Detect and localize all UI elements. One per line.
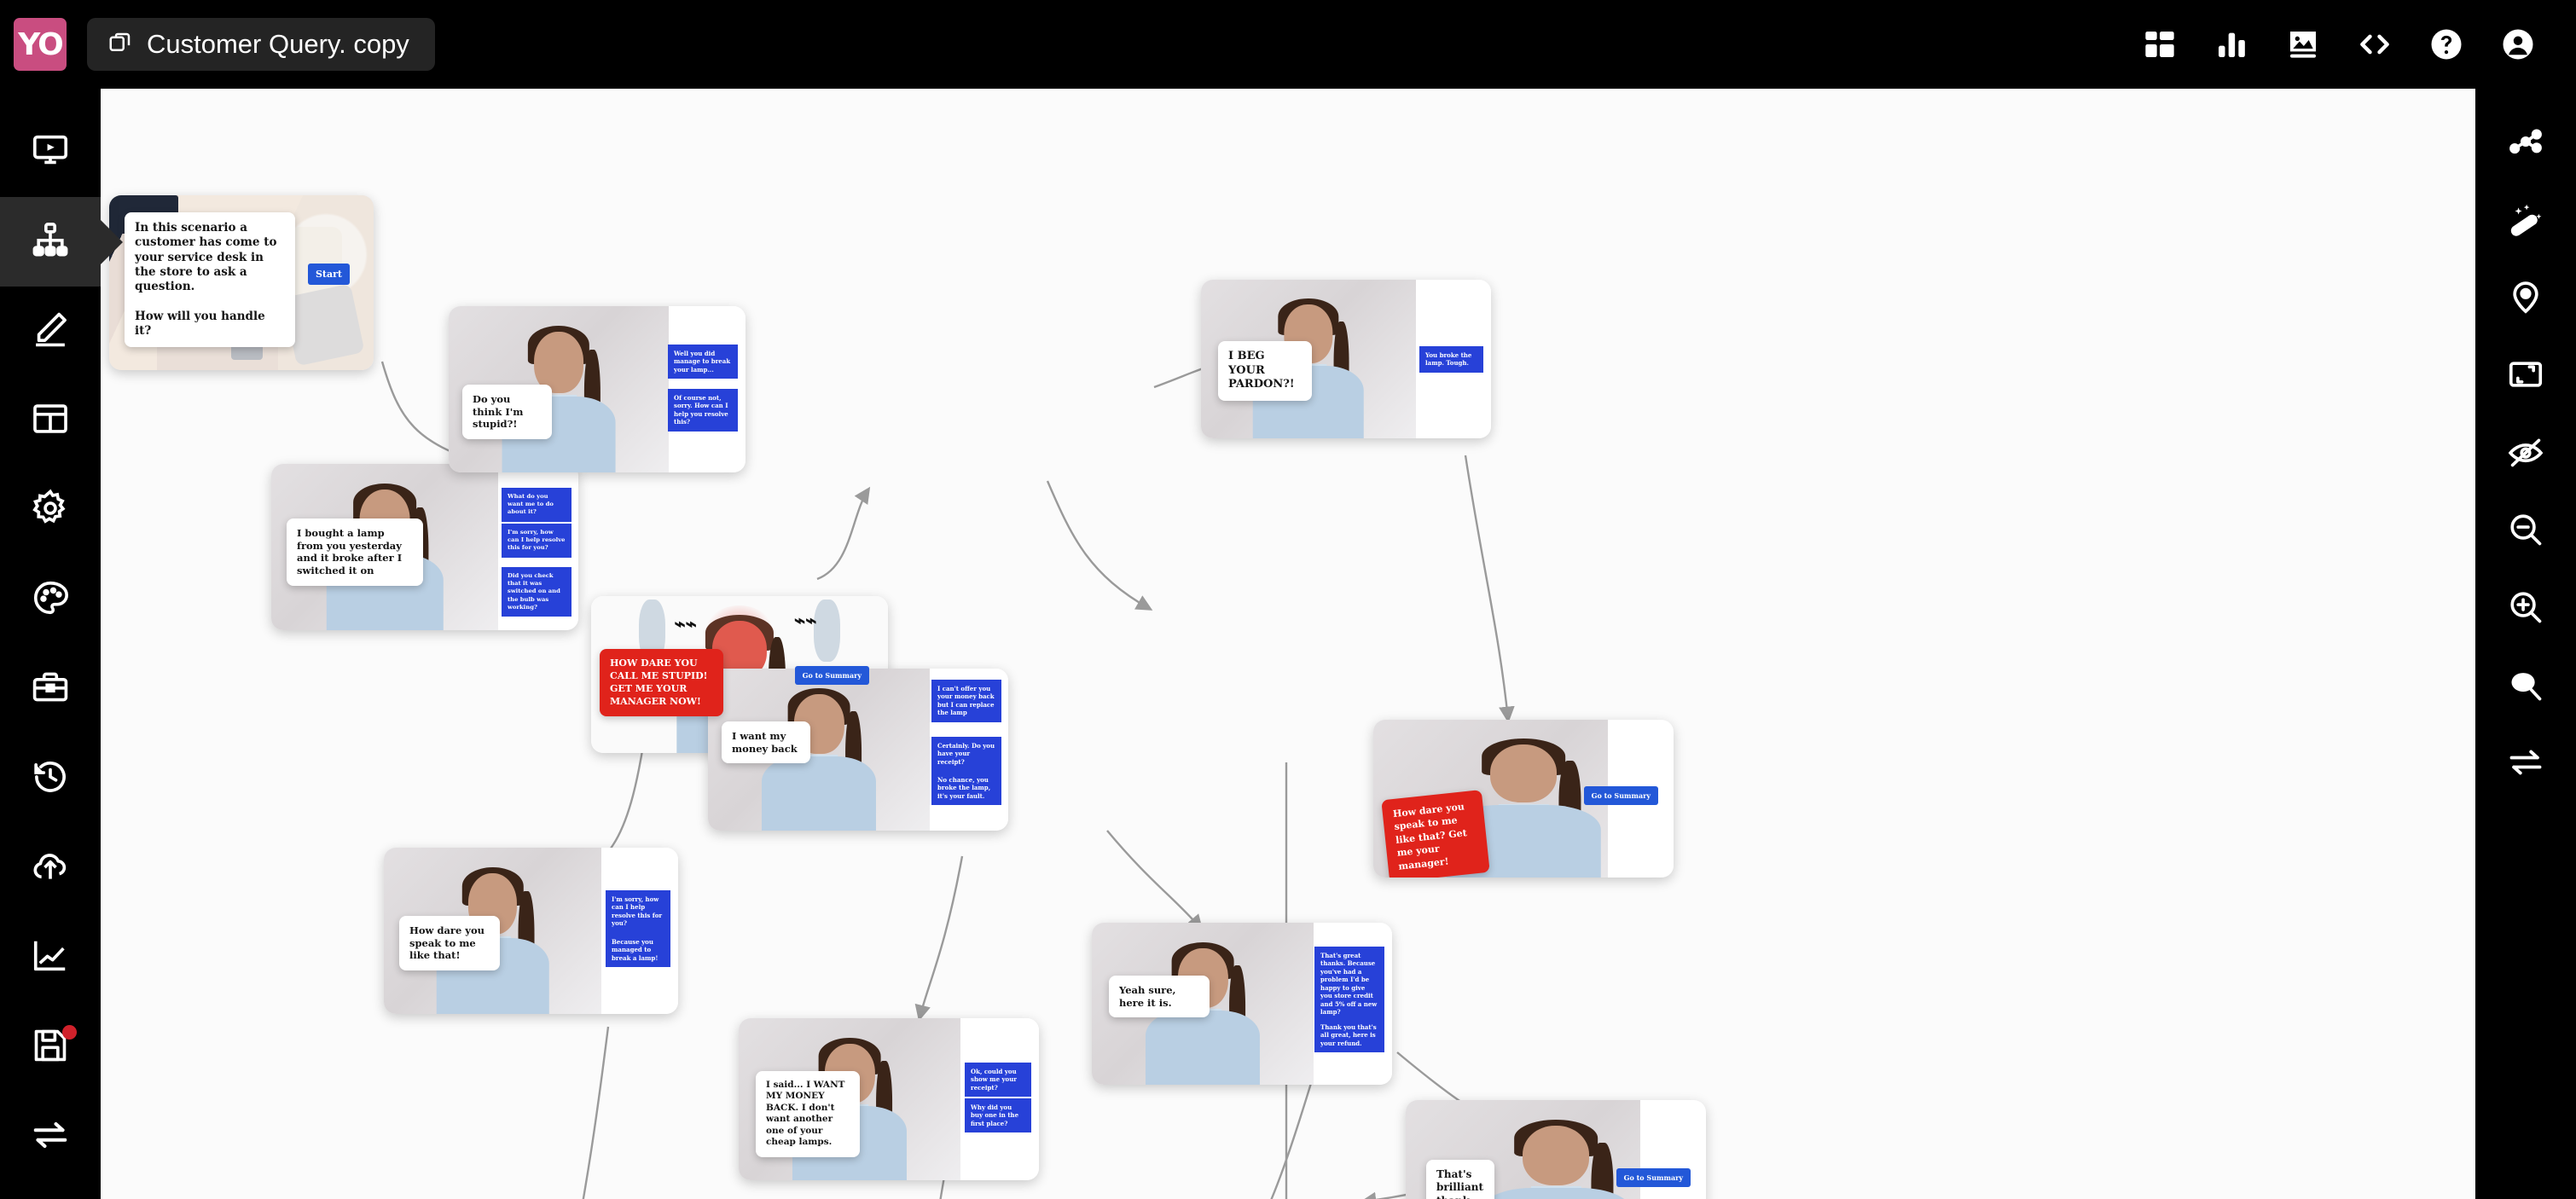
customer-bubble-angry: HOW DARE YOU CALL ME STUPID! GET ME YOUR… (600, 649, 723, 717)
go-to-summary-button[interactable]: Go to Summary (1616, 1168, 1691, 1187)
node-broken-lamp[interactable]: I bought a lamp from you yesterday and i… (271, 464, 578, 630)
customer-bubble: I want my money back (722, 721, 810, 764)
customer-bubble: I BEG YOUR PARDON?! (1218, 341, 1312, 401)
scenario-bubble: In this scenario a customer has come to … (125, 212, 295, 348)
flowchart-canvas[interactable]: In this scenario a customer has come to … (101, 89, 2475, 1199)
sidebar-item-save[interactable] (0, 1003, 101, 1092)
option-1[interactable]: Ok, could you show me your receipt? (965, 1063, 1031, 1098)
option-3[interactable]: No chance, you broke the lamp, it's your… (931, 771, 1001, 806)
start-button[interactable]: Start (307, 264, 350, 285)
customer-avatar (1471, 1119, 1639, 1199)
toggle-direction-icon[interactable] (2475, 723, 2576, 801)
top-bar: YO Customer Query. copy (0, 0, 2576, 89)
top-bar-actions (2141, 26, 2576, 63)
node-get-me-your-manager[interactable]: How dare you speak to me like that? Get … (1373, 720, 1674, 878)
option-1[interactable]: What do you want me to do about it? (502, 488, 571, 522)
account-avatar-icon[interactable] (2499, 26, 2537, 63)
sidebar-item-edit[interactable] (0, 287, 101, 376)
app-logo[interactable]: YO (14, 18, 67, 71)
node-i-beg-your-pardon[interactable]: I BEG YOUR PARDON?! You broke the lamp. … (1201, 280, 1491, 438)
magic-wand-icon[interactable] (2475, 180, 2576, 258)
node-i-want-my-money-back[interactable]: I want my money back I can't offer you y… (708, 669, 1008, 831)
option-2[interactable]: Because you managed to break a lamp! (606, 933, 670, 968)
toolbox-icon (31, 668, 70, 711)
sidebar-item-swap[interactable] (0, 1092, 101, 1182)
unsaved-changes-badge (62, 1025, 77, 1040)
node-intro[interactable]: In this scenario a customer has come to … (109, 195, 374, 370)
document-title-chip[interactable]: Customer Query. copy (87, 18, 435, 71)
node-i-said-i-want-my-money-back[interactable]: I said... I WANT MY MONEY BACK. I don't … (739, 1018, 1039, 1180)
customer-bubble-angry: How dare you speak to me like that? Get … (1381, 790, 1490, 878)
customer-bubble: Yeah sure, here it is. (1109, 976, 1210, 1018)
customer-bubble: How dare you speak to me like that! (399, 916, 500, 971)
sidebar-item-results[interactable] (0, 913, 101, 1003)
sidebar-item-settings[interactable] (0, 466, 101, 555)
option-1[interactable]: That's great thanks. Because you've had … (1314, 947, 1384, 1022)
node-do-you-think-im-stupid[interactable]: Do you think I'm stupid?! Well you did m… (449, 306, 746, 472)
sidebar-item-preview[interactable] (0, 107, 101, 197)
code-brackets-icon[interactable] (2356, 26, 2393, 63)
option-1[interactable]: I'm sorry, how can I help resolve this f… (606, 890, 670, 933)
bar-chart-icon[interactable] (2213, 26, 2250, 63)
layout-template-icon (31, 399, 70, 443)
sidebar-item-flowchart[interactable] (0, 197, 101, 287)
help-question-icon[interactable] (2428, 26, 2465, 63)
go-to-summary-button[interactable]: Go to Summary (794, 666, 869, 685)
copy-document-icon (107, 30, 133, 60)
cloud-upload-icon (31, 847, 70, 890)
zoom-out-icon[interactable] (2475, 490, 2576, 568)
node-how-dare-you-speak-to-me[interactable]: How dare you speak to me like that! I'm … (384, 848, 678, 1014)
option-2[interactable]: Certainly. Do you have your receipt? (931, 737, 1001, 772)
page-title: Customer Query. copy (147, 29, 409, 59)
option-2[interactable]: Why did you buy one in the first place? (965, 1098, 1031, 1133)
settings-gear-icon (31, 489, 70, 532)
customer-bubble: That's brilliant thank you. (1426, 1160, 1494, 1199)
node-thats-brilliant-thank-you[interactable]: That's brilliant thank you. Go to Summar… (1406, 1100, 1706, 1199)
right-sidebar (2475, 89, 2576, 1199)
option-1[interactable]: You broke the lamp. Tough. (1419, 346, 1483, 373)
option-1[interactable]: Well you did manage to break your lamp..… (668, 345, 738, 379)
left-sidebar (0, 89, 101, 1199)
sidebar-item-history[interactable] (0, 734, 101, 824)
option-3[interactable]: Did you check that it was switched on an… (502, 567, 571, 617)
dashboard-grid-icon[interactable] (2141, 26, 2179, 63)
node-yeah-sure-here-it-is[interactable]: Yeah sure, here it is. That's great than… (1092, 923, 1392, 1085)
swap-arrows-icon (31, 1115, 70, 1159)
sidebar-item-layout[interactable] (0, 376, 101, 466)
go-to-summary-button[interactable]: Go to Summary (1583, 786, 1658, 805)
sidebar-item-publish[interactable] (0, 824, 101, 913)
customer-bubble: I said... I WANT MY MONEY BACK. I don't … (756, 1071, 860, 1157)
hide-eye-icon[interactable] (2475, 413, 2576, 490)
sidebar-item-tools[interactable] (0, 645, 101, 734)
sidebar-item-theme[interactable] (0, 555, 101, 645)
customer-bubble: I bought a lamp from you yesterday and i… (287, 518, 423, 586)
option-2[interactable]: Of course not, sorry. How can I help you… (668, 389, 738, 432)
option-2[interactable]: Thank you that's all great, here is your… (1314, 1018, 1384, 1053)
fit-to-screen-icon[interactable] (2475, 335, 2576, 413)
option-1[interactable]: I can't offer you your money back but I … (931, 680, 1001, 722)
media-library-icon[interactable] (2284, 26, 2322, 63)
flowchart-tree-icon (31, 220, 70, 264)
analytics-line-chart-icon (31, 936, 70, 980)
preview-screen-icon (31, 130, 70, 174)
zoom-in-icon[interactable] (2475, 568, 2576, 646)
search-magnifier-icon[interactable] (2475, 646, 2576, 723)
location-pin-icon[interactable] (2475, 258, 2576, 335)
option-2[interactable]: I'm sorry, how can I help resolve this f… (502, 524, 571, 558)
pencil-edit-icon (31, 310, 70, 353)
customer-bubble: Do you think I'm stupid?! (462, 385, 552, 440)
palette-theme-icon (31, 578, 70, 622)
node-network-icon[interactable] (2475, 102, 2576, 180)
history-clock-icon (31, 757, 70, 801)
